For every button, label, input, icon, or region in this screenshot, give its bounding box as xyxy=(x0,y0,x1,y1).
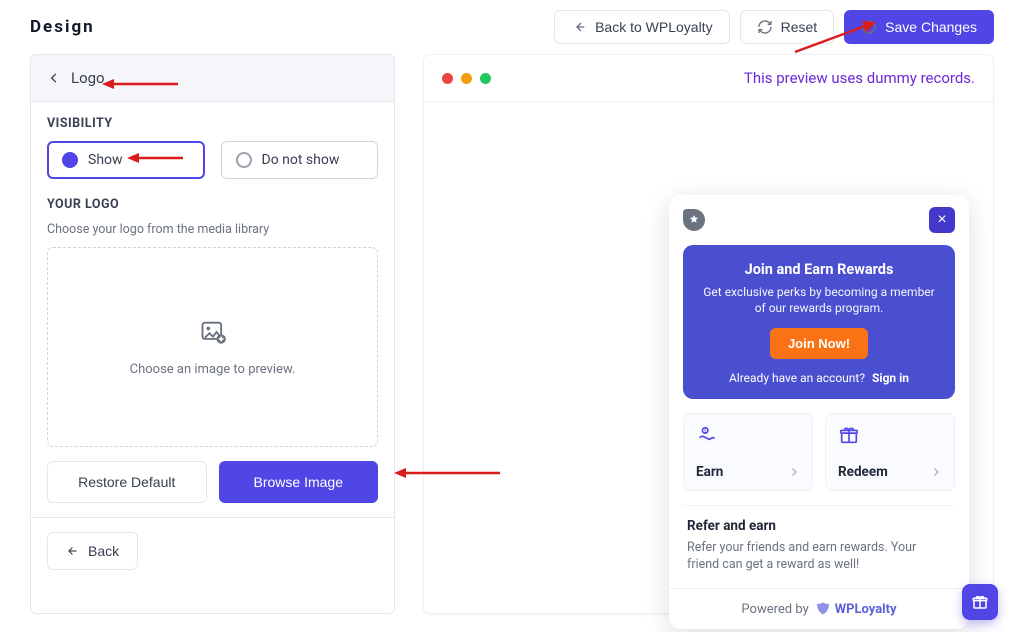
browse-image-label: Browse Image xyxy=(254,474,343,490)
rewards-widget: × Join and Earn Rewards Get exclusive pe… xyxy=(669,195,969,629)
radio-selected-icon xyxy=(62,152,78,168)
widget-logo-icon xyxy=(683,209,705,231)
preview-pane: This preview uses dummy records. × Join … xyxy=(423,54,994,614)
powered-prefix: Powered by xyxy=(741,602,808,617)
radio-unselected-icon xyxy=(236,152,252,168)
brand-name: WPLoyalty xyxy=(835,602,897,617)
browse-image-button[interactable]: Browse Image xyxy=(219,461,379,503)
window-close-icon xyxy=(442,73,453,84)
hero-subtitle: Get exclusive perks by becoming a member… xyxy=(699,284,939,316)
gift-icon xyxy=(971,593,989,611)
reset-button[interactable]: Reset xyxy=(740,10,835,44)
launcher-button[interactable] xyxy=(962,584,998,620)
restore-default-label: Restore Default xyxy=(78,474,175,490)
back-button[interactable]: Back xyxy=(47,532,138,570)
back-to-wployalty-label: Back to WPLoyalty xyxy=(595,19,713,35)
earn-label: Earn xyxy=(696,464,723,480)
powered-by: Powered by WPLoyalty xyxy=(669,588,969,629)
widget-hero: Join and Earn Rewards Get exclusive perk… xyxy=(683,245,955,399)
arrow-left-icon xyxy=(571,19,587,35)
window-minimize-icon xyxy=(461,73,472,84)
sign-in-link[interactable]: Sign in xyxy=(872,371,909,385)
brand-logo-icon xyxy=(815,601,831,617)
back-to-wployalty-button[interactable]: Back to WPLoyalty xyxy=(554,10,730,44)
panel-header-logo[interactable]: Logo xyxy=(31,55,394,102)
page-title: Design xyxy=(30,17,544,37)
chevron-right-icon xyxy=(788,466,800,478)
join-now-label: Join Now! xyxy=(788,336,850,351)
arrow-left-icon xyxy=(66,544,80,558)
refresh-icon xyxy=(757,19,773,35)
hero-title: Join and Earn Rewards xyxy=(699,261,939,278)
earn-tile[interactable]: $ Earn xyxy=(683,413,813,491)
redeem-label: Redeem xyxy=(838,464,888,480)
refer-title: Refer and earn xyxy=(687,518,951,534)
redeem-tile[interactable]: Redeem xyxy=(825,413,955,491)
refer-body: Refer your friends and earn rewards. You… xyxy=(687,540,951,574)
settings-panel: Logo VISIBILITY Show Do not show YOUR LO… xyxy=(30,54,395,614)
save-changes-label: Save Changes xyxy=(885,19,977,35)
logo-dropzone[interactable]: Choose an image to preview. xyxy=(47,247,378,447)
chevron-right-icon xyxy=(930,466,942,478)
refer-section[interactable]: Refer and earn Refer your friends and ea… xyxy=(683,505,955,588)
close-icon: × xyxy=(937,212,946,228)
visibility-heading: VISIBILITY xyxy=(47,116,378,131)
join-now-button[interactable]: Join Now! xyxy=(770,328,868,359)
window-maximize-icon xyxy=(480,73,491,84)
check-circle-icon xyxy=(861,19,877,35)
back-button-label: Back xyxy=(88,543,119,559)
visibility-show-label: Show xyxy=(88,152,123,168)
brand-link[interactable]: WPLoyalty xyxy=(815,601,897,617)
visibility-show-option[interactable]: Show xyxy=(47,141,205,179)
your-logo-heading: YOUR LOGO xyxy=(47,197,378,212)
save-changes-button[interactable]: Save Changes xyxy=(844,10,994,44)
preview-note: This preview uses dummy records. xyxy=(491,69,975,87)
reset-label: Reset xyxy=(781,19,818,35)
already-account-text: Already have an account? xyxy=(729,371,865,385)
widget-close-button[interactable]: × xyxy=(929,207,955,233)
visibility-hide-option[interactable]: Do not show xyxy=(221,141,379,179)
visibility-hide-label: Do not show xyxy=(262,152,340,168)
dropzone-text: Choose an image to preview. xyxy=(130,362,296,377)
coins-icon: $ xyxy=(696,424,800,450)
chevron-left-icon xyxy=(47,71,61,85)
restore-default-button[interactable]: Restore Default xyxy=(47,461,207,503)
image-placeholder-icon xyxy=(199,318,227,346)
panel-header-title: Logo xyxy=(71,69,105,87)
gift-icon xyxy=(838,424,942,450)
your-logo-hint: Choose your logo from the media library xyxy=(47,222,378,237)
window-controls xyxy=(442,73,491,84)
